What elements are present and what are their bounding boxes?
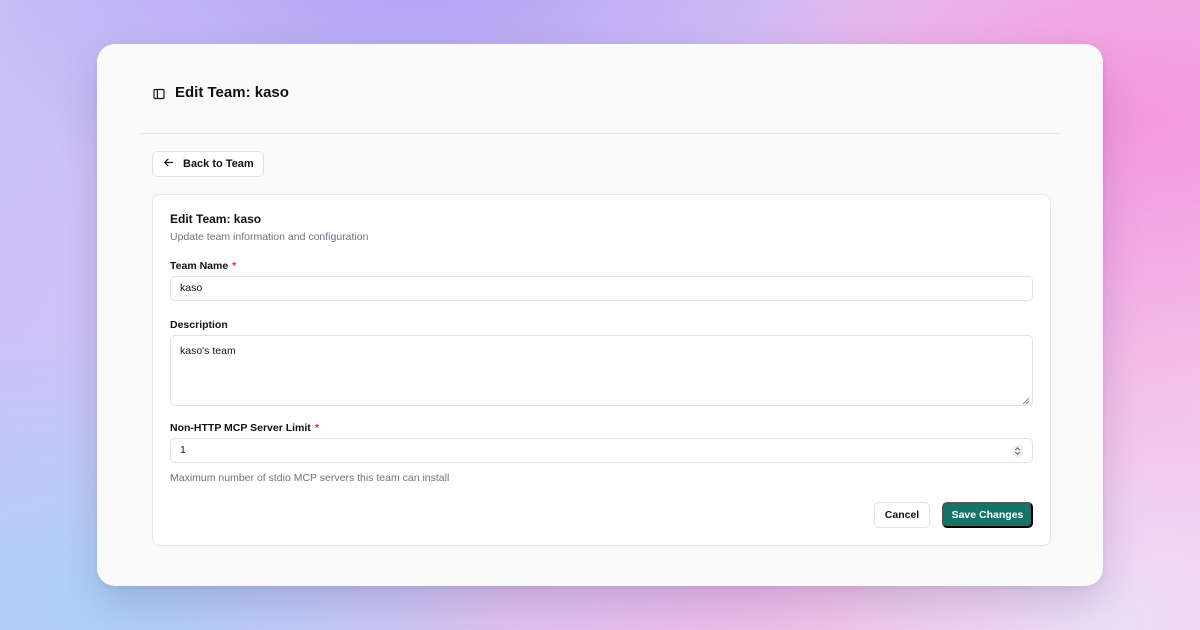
description-textarea[interactable]: kaso's team [170, 335, 1033, 406]
server-limit-input[interactable]: 1 [170, 438, 1033, 463]
server-limit-value: 1 [180, 444, 186, 456]
save-changes-button[interactable]: Save Changes [942, 502, 1033, 528]
app-window: Edit Team: kaso Back to Team Edit Team: … [97, 44, 1103, 586]
card-subtitle: Update team information and configuratio… [170, 231, 369, 243]
sidebar-toggle-icon[interactable] [153, 87, 165, 99]
server-limit-label: Non-HTTP MCP Server Limit * [170, 422, 319, 434]
arrow-left-icon [163, 157, 174, 171]
team-name-label-text: Team Name [170, 260, 229, 272]
header-divider [141, 133, 1061, 134]
description-value: kaso's team [180, 345, 236, 357]
back-to-team-label: Back to Team [183, 158, 254, 170]
resize-handle-icon[interactable] [1022, 395, 1030, 405]
edit-team-card: Edit Team: kaso Update team information … [152, 194, 1051, 546]
page-header: Edit Team: kaso [153, 84, 289, 101]
cancel-button[interactable]: Cancel [874, 502, 930, 528]
description-label: Description [170, 319, 228, 331]
team-name-value: kaso [180, 282, 203, 294]
page-title: Edit Team: kaso [175, 84, 289, 101]
required-marker: * [232, 260, 237, 272]
number-stepper-icon[interactable] [1012, 445, 1023, 457]
team-name-label: Team Name * [170, 260, 236, 272]
server-limit-helper: Maximum number of stdio MCP servers this… [170, 472, 450, 484]
required-marker: * [314, 422, 319, 434]
team-name-input[interactable]: kaso [170, 276, 1033, 301]
card-title: Edit Team: kaso [170, 212, 262, 226]
back-to-team-button[interactable]: Back to Team [152, 151, 264, 177]
server-limit-label-text: Non-HTTP MCP Server Limit [170, 422, 311, 434]
